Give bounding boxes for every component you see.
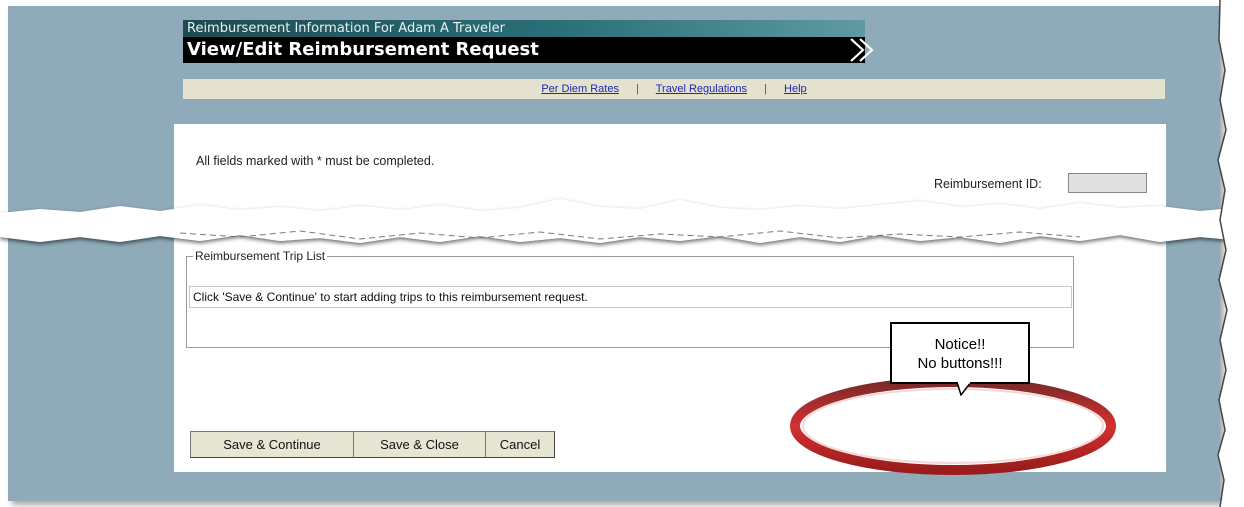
link-bar: Per Diem Rates | Travel Regulations | He…	[183, 79, 1165, 99]
help-link[interactable]: Help	[784, 83, 807, 95]
reimbursement-id-label: Reimbursement ID:	[934, 177, 1042, 191]
trip-list-message: Click 'Save & Continue' to start adding …	[189, 286, 1072, 308]
per-diem-rates-link[interactable]: Per Diem Rates	[541, 83, 619, 95]
torn-edge-graphic	[0, 199, 1244, 243]
reimbursement-id-field[interactable]	[1068, 173, 1147, 193]
required-fields-note: All fields marked with * must be complet…	[196, 154, 435, 168]
save-close-button[interactable]: Save & Close	[353, 431, 486, 458]
header-subtitle: Reimbursement Information For Adam A Tra…	[183, 20, 865, 37]
link-separator: |	[636, 83, 639, 95]
callout-line-2: No buttons!!!	[917, 355, 1003, 372]
page-title: View/Edit Reimbursement Request	[183, 37, 865, 63]
travel-regulations-link[interactable]: Travel Regulations	[656, 83, 747, 95]
highlight-ellipse	[790, 377, 1116, 475]
callout-pointer	[956, 382, 972, 396]
cancel-button[interactable]: Cancel	[485, 431, 555, 458]
callout-line-1: Notice!!	[934, 336, 986, 353]
save-continue-button[interactable]: Save & Continue	[190, 431, 354, 458]
link-separator: |	[764, 83, 767, 95]
trip-list-legend: Reimbursement Trip List	[193, 249, 328, 263]
notice-callout: Notice!! No buttons!!!	[890, 322, 1030, 384]
double-chevron-icon	[850, 38, 874, 62]
torn-right-edge-graphic	[1217, 0, 1244, 507]
